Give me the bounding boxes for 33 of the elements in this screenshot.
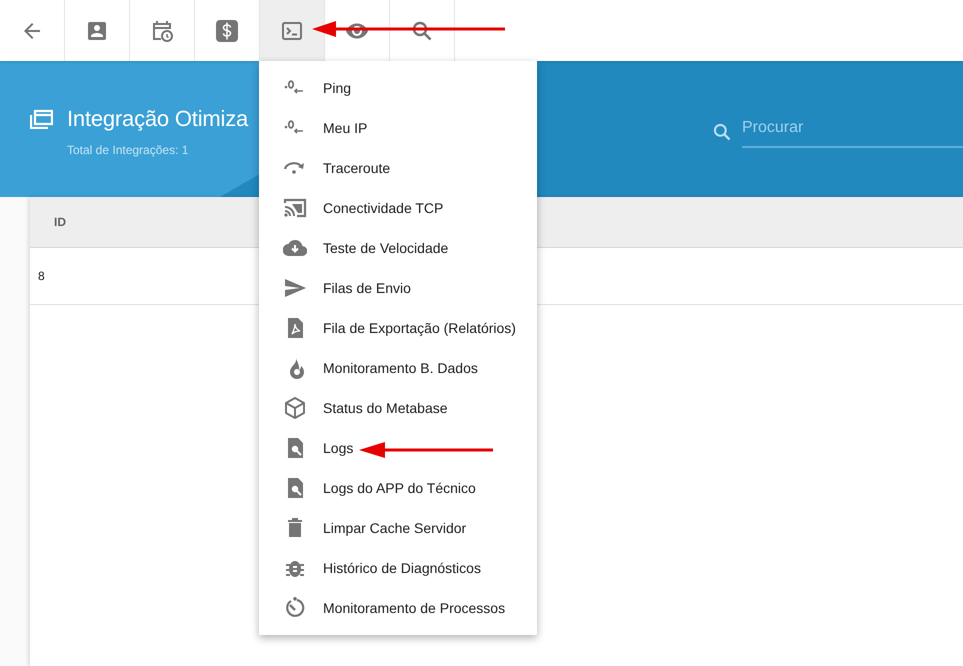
cube-icon <box>283 396 307 420</box>
windows-icon <box>30 109 53 129</box>
menu-item[interactable]: Monitoramento B. Dados <box>259 348 537 388</box>
toolbar-button[interactable] <box>195 0 260 61</box>
column-header: ID <box>54 214 66 231</box>
toolbar-button[interactable] <box>390 0 455 61</box>
subtitle: Total de Integrações: 1 <box>67 142 190 159</box>
timer-icon <box>283 596 307 620</box>
page-title: Integração Otimiza <box>67 105 248 133</box>
menu-item[interactable]: Logs <box>259 428 537 468</box>
menu-item[interactable]: Traceroute <box>259 148 537 188</box>
dollar-icon <box>215 18 239 42</box>
menu-item[interactable]: Monitoramento de Processos <box>259 588 537 628</box>
table-cell-text: 8 <box>38 268 45 285</box>
menu-item[interactable]: Histórico de Diagnósticos <box>259 548 537 588</box>
menu-item[interactable]: Limpar Cache Servidor <box>259 508 537 548</box>
menu-item[interactable]: Logs do APP do Técnico <box>259 468 537 508</box>
search-icon <box>712 122 732 142</box>
menu-item[interactable]: Status do Metabase <box>259 388 537 428</box>
menu-item[interactable]: Fila de Exportação (Relatórios) <box>259 308 537 348</box>
menu-item[interactable]: Meu IP <box>259 108 537 148</box>
search-field[interactable]: Procurar <box>742 116 963 148</box>
toolbar-button[interactable] <box>130 0 195 61</box>
menu-item[interactable]: Conectividade TCP <box>259 188 537 228</box>
toolbar-button[interactable] <box>65 0 130 61</box>
calendar-clock-icon <box>150 18 174 42</box>
menu-item[interactable]: Filas de Envio <box>259 268 537 308</box>
toolbar-button[interactable] <box>260 0 325 61</box>
cast-icon <box>283 196 307 220</box>
send-icon <box>283 276 307 300</box>
toolbar-button[interactable] <box>325 0 390 61</box>
menu-item[interactable]: Teste de Velocidade <box>259 228 537 268</box>
menu-item[interactable]: Ping <box>259 68 537 108</box>
